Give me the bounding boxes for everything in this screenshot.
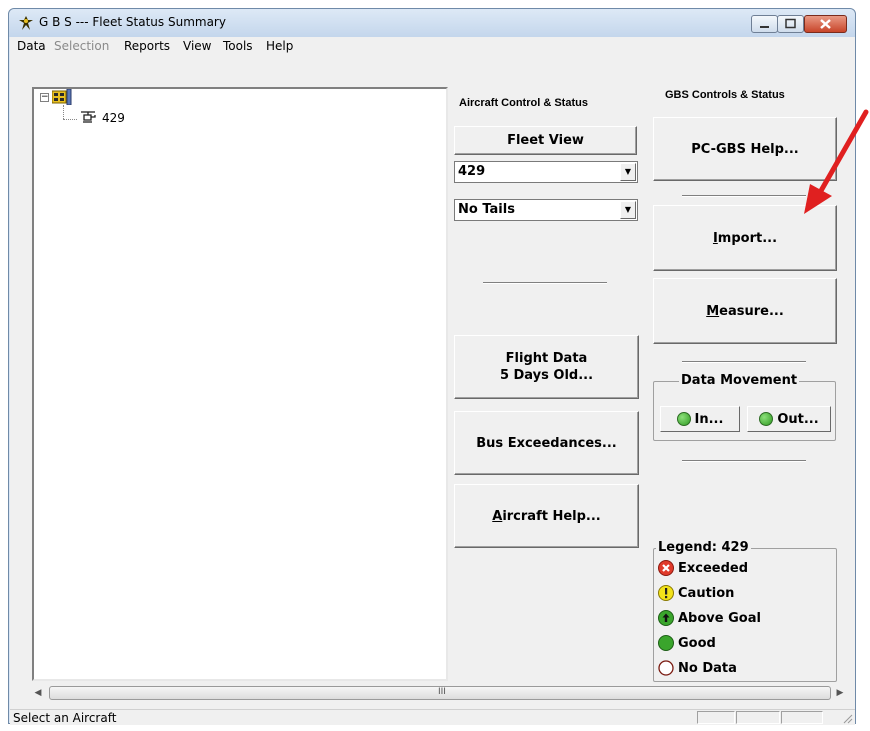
legend-item-good: Good [658,634,716,652]
good-icon [658,635,674,651]
aircraft-help-text: ircraft Help... [502,508,601,524]
tree-collapse-toggle[interactable]: − [40,93,49,102]
aircraft-panel-title: Aircraft Control & Status [459,97,588,109]
measure-label: Measure... [706,304,784,319]
legend-item-caution: Caution [658,584,734,602]
legend-label: Good [678,635,716,651]
status-text: Select an Aircraft [13,711,117,725]
data-in-label: In... [694,411,724,427]
data-movement-title: Data Movement [679,373,800,388]
fleet-view-label: Fleet View [507,133,584,148]
menu-reports[interactable]: Reports [124,39,170,53]
data-out-button[interactable]: Out... [747,406,831,432]
flight-data-button[interactable]: Flight Data 5 Days Old... [454,335,639,399]
title-bar[interactable]: G B S --- Fleet Status Summary [9,9,855,37]
menu-selection[interactable]: Selection [54,39,109,53]
annotation-arrow-icon [804,109,869,214]
minimize-button[interactable] [751,15,778,33]
status-pane [736,711,780,724]
client-area: − 429 ◀ III ▶ Aircraft Control & Status … [10,55,855,709]
legend-item-no-data: No Data [658,659,737,677]
menu-data[interactable]: Data [17,39,46,53]
data-out-label: Out... [777,411,819,427]
minimize-icon [760,26,769,28]
chevron-down-icon[interactable]: ▼ [620,201,636,219]
close-button[interactable] [804,15,847,33]
tails-select[interactable]: No Tails ▼ [454,199,638,221]
flight-data-label-line1: Flight Data [505,351,588,366]
green-status-icon [676,412,691,426]
scroll-thumb[interactable]: III [49,686,831,700]
legend-label: Above Goal [678,610,761,626]
window-title: G B S --- Fleet Status Summary [39,15,226,29]
scroll-right-icon[interactable]: ▶ [834,687,846,699]
measure-mnemonic: M [706,303,720,319]
green-status-icon [759,412,774,426]
aircraft-help-mnemonic: A [492,508,503,524]
aircraft-help-button[interactable]: Aircraft Help... [454,484,639,548]
flight-data-label-line2: 5 Days Old... [499,368,594,383]
status-pane [697,711,735,724]
status-pane [781,711,823,724]
data-in-button[interactable]: In... [660,406,740,432]
import-label: Import... [713,231,777,246]
gbs-panel-title: GBS Controls & Status [665,89,785,101]
legend-label: No Data [678,660,737,676]
menu-bar: Data Selection Reports View Tools Help [10,37,855,55]
tails-select-value: No Tails [458,202,515,217]
menu-help[interactable]: Help [266,39,293,53]
helicopter-icon[interactable] [80,109,96,125]
legend-label: Caution [678,585,735,601]
separator [682,361,806,363]
data-movement-group: Data Movement In... Out... [653,373,836,441]
import-text: mport... [717,230,778,246]
legend-group: Legend: 429 Exceeded Caution Above Goal … [653,540,837,682]
maximize-icon [785,18,796,29]
legend-item-exceeded: Exceeded [658,559,748,577]
resize-grip-icon[interactable] [843,714,853,724]
fleet-tree-view[interactable]: − 429 [32,87,448,681]
tree-item-aircraft[interactable]: 429 [102,111,125,125]
legend-item-above-goal: Above Goal [658,609,761,627]
fleet-view-button[interactable]: Fleet View [454,126,637,155]
caution-icon [658,585,674,601]
separator [682,460,806,462]
exceeded-icon [658,560,674,576]
menu-view[interactable]: View [183,39,211,53]
measure-text: easure... [719,303,784,319]
aircraft-select-value: 429 [458,164,486,179]
legend-label: Exceeded [678,560,749,576]
above-goal-icon [658,610,674,626]
scroll-grip: III [438,687,446,697]
measure-button[interactable]: Measure... [653,278,837,344]
menu-tools[interactable]: Tools [223,39,253,53]
legend-title: Legend: 429 [656,540,751,555]
bus-exceedances-label: Bus Exceedances... [476,435,617,451]
horizontal-scrollbar[interactable]: ◀ III ▶ [32,685,846,702]
fleet-root-icon[interactable] [52,89,72,105]
tree-connector [63,105,64,119]
app-window: G B S --- Fleet Status Summary Data Sele… [8,8,856,725]
close-icon [820,19,831,29]
tree-connector [63,119,77,120]
no-data-icon [658,660,674,676]
status-bar: Select an Aircraft [10,709,855,725]
gbs-app-icon [19,16,33,30]
bus-exceedances-button[interactable]: Bus Exceedances... [454,411,639,475]
pc-gbs-help-label: PC-GBS Help... [691,141,799,157]
separator [483,282,607,284]
aircraft-help-label: Aircraft Help... [492,509,601,524]
aircraft-select[interactable]: 429 ▼ [454,161,638,183]
scroll-left-icon[interactable]: ◀ [32,687,44,699]
chevron-down-icon[interactable]: ▼ [620,163,636,181]
maximize-button[interactable] [777,15,804,33]
separator [682,195,806,197]
